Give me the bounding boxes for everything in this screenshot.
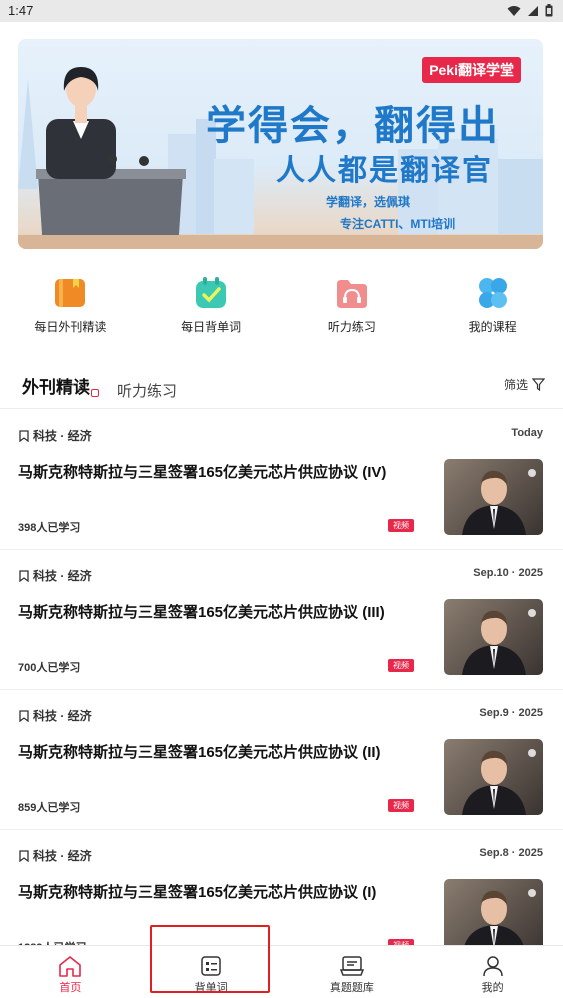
active-tab-indicator xyxy=(91,389,99,397)
article-date: Sep.9 · 2025 xyxy=(479,707,543,719)
status-time: 1:47 xyxy=(8,3,34,18)
video-badge: 视频 xyxy=(388,659,414,672)
article-date: Sep.8 · 2025 xyxy=(479,847,543,859)
article-thumbnail xyxy=(444,459,543,535)
bottom-nav: 首页 背单词 真题题库 我的 xyxy=(0,945,563,998)
question-bank-icon xyxy=(339,956,364,976)
status-bar: 1:47 xyxy=(0,0,563,22)
tab-listening[interactable]: 听力练习 xyxy=(117,380,177,401)
tab-foreign-reading[interactable]: 外刊精读 xyxy=(22,373,90,398)
article-category: 科技 · 经济 xyxy=(18,567,92,584)
filter-button[interactable]: 筛选 xyxy=(504,376,545,393)
home-icon xyxy=(59,956,82,977)
bookmark-icon xyxy=(19,569,29,582)
nav-vocabulary[interactable]: 背单词 xyxy=(141,946,282,998)
article-thumbnail xyxy=(444,879,543,955)
nav-profile[interactable]: 我的 xyxy=(422,946,563,998)
category-label: 科技 · 经济 xyxy=(33,709,92,723)
vocab-card-icon xyxy=(201,956,221,976)
brand-badge: Peki翻译学堂 xyxy=(422,57,521,83)
video-badge: 视频 xyxy=(388,519,414,532)
status-icons xyxy=(507,4,553,17)
shortcut-daily-reading[interactable]: 每日外刊精读 xyxy=(0,276,141,335)
category-label: 科技 · 经济 xyxy=(33,569,92,583)
profile-icon xyxy=(482,956,503,977)
category-label: 科技 · 经济 xyxy=(33,429,92,443)
bookmark-icon xyxy=(19,429,29,442)
banner-floor xyxy=(18,235,543,249)
article-date: Sep.10 · 2025 xyxy=(473,567,543,579)
nav-label: 我的 xyxy=(481,982,504,994)
shortcut-my-courses[interactable]: 我的课程 xyxy=(422,276,563,335)
filter-icon xyxy=(532,378,545,391)
article-item[interactable]: 科技 · 经济 Sep.9 · 2025 马斯克称特斯拉与三星签署165亿美元芯… xyxy=(0,689,563,830)
calendar-check-icon xyxy=(196,277,227,308)
bookmark-icon xyxy=(19,849,29,862)
banner-headline: 学得会，翻得出 xyxy=(206,104,500,148)
article-title: 马斯克称特斯拉与三星签署165亿美元芯片供应协议 (III) xyxy=(18,604,385,621)
audio-folder-icon xyxy=(336,280,367,308)
shortcut-label: 每日背单词 xyxy=(181,320,242,334)
article-title: 马斯克称特斯拉与三星签署165亿美元芯片供应协议 (II) xyxy=(18,744,381,761)
learner-count: 398人已学习 xyxy=(18,522,81,534)
article-item[interactable]: 科技 · 经济 Today 马斯克称特斯拉与三星签署165亿美元芯片供应协议 (… xyxy=(0,409,563,550)
shortcut-listening[interactable]: 听力练习 xyxy=(282,276,423,335)
signal-icon xyxy=(528,5,538,16)
course-hexagons-icon xyxy=(478,278,507,308)
article-title: 马斯克称特斯拉与三星签署165亿美元芯片供应协议 (I) xyxy=(18,884,377,901)
banner-tagline: 学翻译，选佩琪 xyxy=(326,195,411,209)
article-category: 科技 · 经济 xyxy=(18,847,92,864)
nav-question-bank[interactable]: 真题题库 xyxy=(282,946,423,998)
learner-count: 859人已学习 xyxy=(18,802,81,814)
shortcut-label: 我的课程 xyxy=(468,320,517,334)
article-thumbnail xyxy=(444,599,543,675)
nav-home[interactable]: 首页 xyxy=(0,946,141,998)
battery-icon xyxy=(545,4,553,17)
nav-label: 背单词 xyxy=(194,982,228,994)
learner-count: 700人已学习 xyxy=(18,662,81,674)
promo-banner[interactable]: Peki翻译学堂 学得会，翻得出 人人都是翻译官 学翻译，选佩琪 专注CATTI… xyxy=(18,39,543,249)
shortcut-label: 每日外刊精读 xyxy=(34,320,107,334)
article-title: 马斯克称特斯拉与三星签署165亿美元芯片供应协议 (IV) xyxy=(18,464,387,481)
shortcut-daily-vocab[interactable]: 每日背单词 xyxy=(141,276,282,335)
category-label: 科技 · 经济 xyxy=(33,849,92,863)
banner-tagline-2: 专注CATTI、MTI培训 xyxy=(340,217,456,231)
video-badge: 视频 xyxy=(388,799,414,812)
nav-label: 真题题库 xyxy=(329,982,374,994)
bookmark-icon xyxy=(19,709,29,722)
banner-subheadline: 人人都是翻译官 xyxy=(276,155,494,187)
filter-label: 筛选 xyxy=(503,378,528,392)
article-item[interactable]: 科技 · 经济 Sep.10 · 2025 马斯克称特斯拉与三星签署165亿美元… xyxy=(0,549,563,690)
article-category: 科技 · 经济 xyxy=(18,707,92,724)
content-tabs: 外刊精读 听力练习 筛选 xyxy=(0,370,563,406)
nav-label: 首页 xyxy=(59,982,82,994)
wifi-icon xyxy=(507,5,521,16)
article-date: Today xyxy=(511,427,543,439)
book-icon xyxy=(55,279,86,307)
article-category: 科技 · 经济 xyxy=(18,427,92,444)
shortcut-label: 听力练习 xyxy=(327,320,376,334)
shortcut-grid: 每日外刊精读 每日背单词 听力练习 我的课程 xyxy=(0,276,563,335)
article-thumbnail xyxy=(444,739,543,815)
